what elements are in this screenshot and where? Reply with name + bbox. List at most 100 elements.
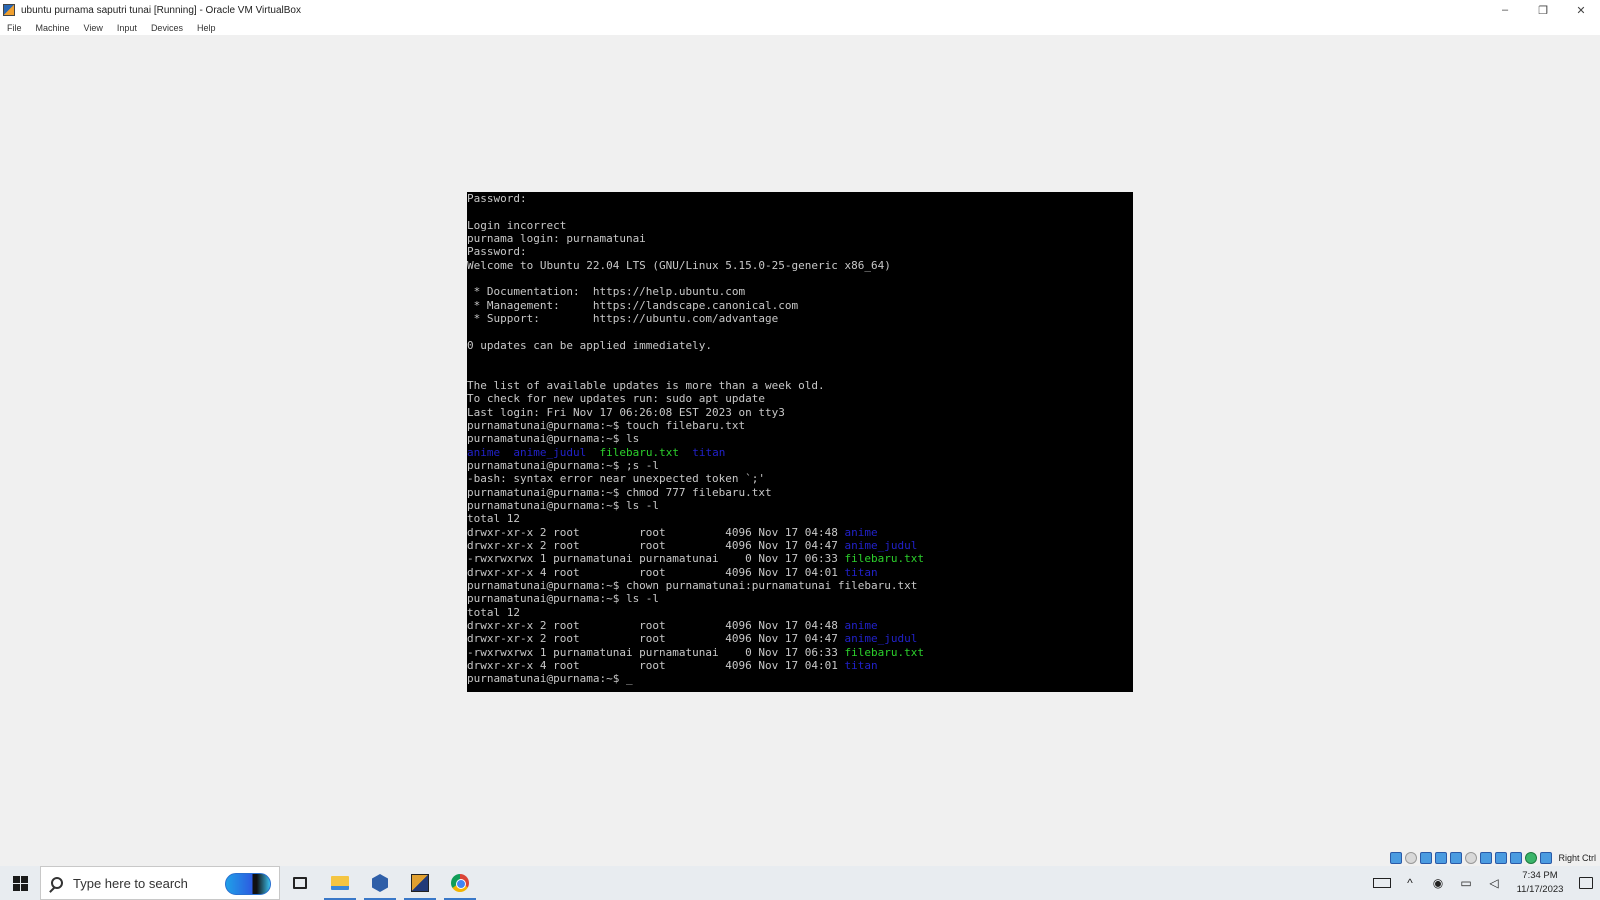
- menu-file[interactable]: File: [7, 23, 22, 33]
- bing-chat-icon[interactable]: [225, 873, 271, 895]
- cpu-icon[interactable]: [1510, 852, 1523, 864]
- console-line: drwxr-xr-x 2 root root 4096 Nov 17 04:47…: [467, 632, 1133, 645]
- audio-icon[interactable]: [1420, 852, 1433, 864]
- virtualbox-icon: [372, 874, 388, 892]
- guest-additions-icon[interactable]: [1525, 852, 1538, 864]
- meet-now-icon[interactable]: ◉: [1424, 866, 1452, 900]
- minimize-button[interactable]: –: [1486, 0, 1524, 20]
- usb-icon[interactable]: [1450, 852, 1463, 864]
- console-line: drwxr-xr-x 2 root root 4096 Nov 17 04:47…: [467, 539, 1133, 552]
- console-line: * Documentation: https://help.ubuntu.com: [467, 285, 746, 299]
- vm-status-bar: Right Ctrl: [1390, 850, 1600, 866]
- start-button[interactable]: [0, 866, 40, 900]
- notification-icon: [1579, 877, 1593, 889]
- listing-row-meta: drwxr-xr-x 4 root root 4096 Nov 17 04:01: [467, 659, 845, 673]
- host-key-label: Right Ctrl: [1558, 853, 1596, 863]
- network-tray-icon[interactable]: ▭: [1452, 866, 1480, 900]
- search-icon: [51, 877, 63, 889]
- hard-disk-icon[interactable]: [1390, 852, 1403, 864]
- mouse-integration-icon[interactable]: [1540, 852, 1553, 864]
- virtualbox-manager-button[interactable]: [360, 866, 400, 900]
- console-line: purnamatunai@purnama:~$ ls: [467, 432, 640, 446]
- show-hidden-icons-button[interactable]: ^: [1396, 866, 1424, 900]
- ls-entry-titan: titan: [692, 445, 726, 459]
- console-line: * Support: https://ubuntu.com/advantage: [467, 312, 779, 326]
- listing-row-name: anime_judul: [844, 632, 918, 646]
- console-line: purnamatunai@purnama:~$ _: [467, 672, 633, 686]
- listing-row-name: filebaru.txt: [844, 552, 924, 566]
- console-line: -bash: syntax error near unexpected toke…: [467, 472, 766, 486]
- listing-row-name: anime_judul: [844, 538, 918, 552]
- listing-row-meta: drwxr-xr-x 4 root root 4096 Nov 17 04:01: [467, 565, 845, 579]
- console-line: The list of available updates is more th…: [467, 378, 825, 392]
- window-controls: – ❐ ✕: [1486, 0, 1600, 20]
- console-line: drwxr-xr-x 2 root root 4096 Nov 17 04:48…: [467, 526, 1133, 539]
- console-line: * Management: https://landscape.canonica…: [467, 298, 799, 312]
- system-tray: ^ ◉ ▭ ◁ 7:34 PM 11/17/2023: [1368, 866, 1600, 900]
- menu-help[interactable]: Help: [197, 23, 216, 33]
- console-line: purnama login: purnamatunai: [467, 232, 646, 246]
- menu-machine[interactable]: Machine: [36, 23, 70, 33]
- clock-time: 7:34 PM: [1522, 870, 1558, 881]
- listing-row-meta: -rwxrwxrwx 1 purnamatunai purnamatunai 0…: [467, 552, 845, 566]
- task-view-button[interactable]: [280, 866, 320, 900]
- console-line: drwxr-xr-x 4 root root 4096 Nov 17 04:01…: [467, 659, 1133, 672]
- ls-entry-filebaru: filebaru.txt: [599, 445, 679, 459]
- restore-button[interactable]: ❐: [1524, 0, 1562, 20]
- close-button[interactable]: ✕: [1562, 0, 1600, 20]
- folder-icon: [331, 876, 349, 890]
- taskbar-search-box[interactable]: Type here to search: [40, 866, 280, 900]
- console-line: purnamatunai@purnama:~$ ls -l: [467, 498, 660, 512]
- taskbar-clock[interactable]: 7:34 PM 11/17/2023: [1508, 869, 1572, 897]
- volume-muted-icon[interactable]: ◁: [1480, 866, 1508, 900]
- video-capture-icon[interactable]: [1495, 852, 1508, 864]
- file-explorer-button[interactable]: [320, 866, 360, 900]
- windows-taskbar: Type here to search: [0, 866, 1600, 900]
- menu-view[interactable]: View: [84, 23, 103, 33]
- menu-input[interactable]: Input: [117, 23, 137, 33]
- keyboard-icon: [1373, 878, 1391, 888]
- chrome-icon: [451, 874, 469, 892]
- optical-drive-icon[interactable]: [1405, 852, 1418, 864]
- task-view-icon: [293, 877, 307, 889]
- console-line: -rwxrwxrwx 1 purnamatunai purnamatunai 0…: [467, 552, 1133, 565]
- listing-row-meta: -rwxrwxrwx 1 purnamatunai purnamatunai 0…: [467, 645, 845, 659]
- console-line: purnamatunai@purnama:~$ chown purnamatun…: [467, 578, 918, 592]
- windows-logo-icon: [12, 875, 28, 891]
- console-line: purnamatunai@purnama:~$ touch filebaru.t…: [467, 418, 746, 432]
- console-line: -rwxrwxrwx 1 purnamatunai purnamatunai 0…: [467, 646, 1133, 659]
- console-line: purnamatunai@purnama:~$ ls -l: [467, 592, 660, 606]
- display-icon[interactable]: [1480, 852, 1493, 864]
- network-icon[interactable]: [1435, 852, 1448, 864]
- virtualbox-app-icon: [3, 4, 15, 16]
- listing-row-name: anime: [844, 525, 878, 539]
- console-line: To check for new updates run: sudo apt u…: [467, 392, 766, 406]
- guest-terminal-console[interactable]: Password: Login incorrect purnama login: p…: [467, 192, 1133, 692]
- console-line: Login incorrect: [467, 218, 567, 232]
- console-line: Welcome to Ubuntu 22.04 LTS (GNU/Linux 5…: [467, 258, 891, 272]
- listing-row-name: titan: [844, 565, 878, 579]
- console-line: Password:: [467, 192, 527, 205]
- console-line: 0 updates can be applied immediately.: [467, 338, 713, 352]
- ls-entry-anime-judul: anime_judul: [513, 445, 587, 459]
- chrome-button[interactable]: [440, 866, 480, 900]
- window-title: ubuntu purnama saputri tunai [Running] -…: [21, 4, 301, 16]
- listing-row-meta: drwxr-xr-x 2 root root 4096 Nov 17 04:48: [467, 619, 845, 632]
- shared-folders-icon[interactable]: [1465, 852, 1478, 864]
- listing-row-name: titan: [844, 659, 878, 673]
- clock-date: 11/17/2023: [1516, 884, 1564, 895]
- touch-keyboard-button[interactable]: [1368, 866, 1396, 900]
- console-line: drwxr-xr-x 2 root root 4096 Nov 17 04:48…: [467, 619, 1133, 632]
- notification-center-button[interactable]: [1572, 866, 1600, 900]
- console-line: total 12: [467, 512, 520, 526]
- listing-row-name: anime: [844, 619, 878, 632]
- window-titlebar: ubuntu purnama saputri tunai [Running] -…: [0, 0, 1600, 20]
- console-line: purnamatunai@purnama:~$ chmod 777 fileba…: [467, 485, 772, 499]
- virtualbox-vm-window-button[interactable]: [400, 866, 440, 900]
- listing-row-meta: drwxr-xr-x 2 root root 4096 Nov 17 04:47: [467, 632, 845, 646]
- console-line: Last login: Fri Nov 17 06:26:08 EST 2023…: [467, 405, 785, 419]
- menu-devices[interactable]: Devices: [151, 23, 183, 33]
